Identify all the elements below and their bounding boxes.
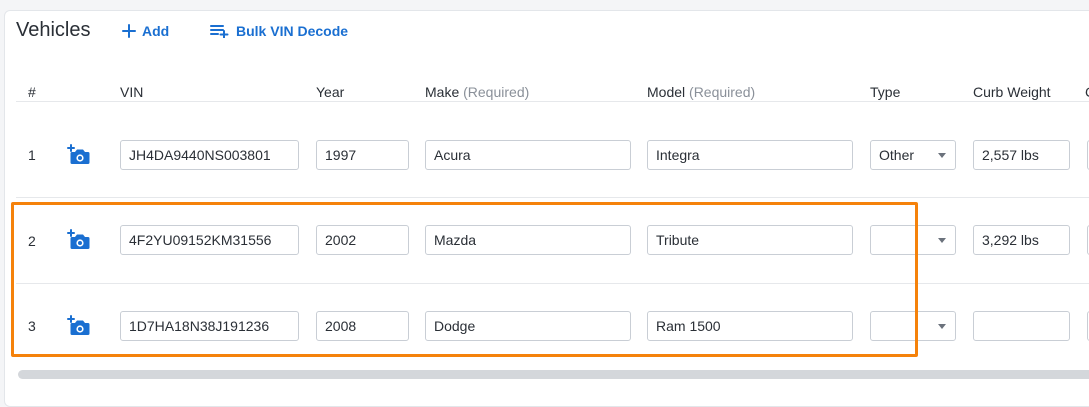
column-header-curb-weight: Curb Weight xyxy=(973,84,1051,100)
chevron-down-icon xyxy=(938,153,946,158)
vin-input[interactable]: 4F2YU09152KM31556 xyxy=(120,225,299,255)
chevron-down-icon xyxy=(938,324,946,329)
bulk-vin-decode-button[interactable]: Bulk VIN Decode xyxy=(210,23,348,39)
make-input[interactable]: Acura xyxy=(425,140,631,170)
year-input[interactable]: 2002 xyxy=(316,225,409,255)
make-required-note: (Required) xyxy=(463,84,530,100)
column-header-next: C xyxy=(1085,84,1089,100)
model-input[interactable]: Tribute xyxy=(647,225,853,255)
horizontal-scrollbar[interactable] xyxy=(18,370,1089,379)
column-header-year: Year xyxy=(316,84,345,100)
chevron-down-icon xyxy=(938,238,946,243)
column-header-type: Type xyxy=(870,84,901,100)
add-vehicle-button[interactable]: Add xyxy=(122,23,169,39)
type-select[interactable] xyxy=(870,225,956,255)
header-divider xyxy=(16,101,1089,102)
make-label: Make xyxy=(425,84,460,100)
model-label: Model xyxy=(647,84,686,100)
row-number: 1 xyxy=(28,147,36,163)
plus-icon xyxy=(122,24,136,38)
year-input[interactable]: 1997 xyxy=(316,140,409,170)
make-input[interactable]: Dodge xyxy=(425,311,631,341)
curb-weight-input[interactable]: 2,557 lbs xyxy=(973,140,1070,170)
column-header-make: Make (Required) xyxy=(425,84,529,100)
curb-weight-input[interactable]: 3,292 lbs xyxy=(973,225,1070,255)
row-number: 2 xyxy=(28,233,36,249)
make-input[interactable]: Mazda xyxy=(425,225,631,255)
vin-input[interactable]: JH4DA9440NS003801 xyxy=(120,140,299,170)
vehicles-panel xyxy=(4,10,1089,407)
bulk-label: Bulk VIN Decode xyxy=(236,23,349,39)
camera-add-icon[interactable] xyxy=(67,229,91,256)
row-divider xyxy=(16,283,1089,284)
model-input[interactable]: Ram 1500 xyxy=(647,311,853,341)
row-number: 3 xyxy=(28,318,36,334)
type-select[interactable] xyxy=(870,311,956,341)
model-input[interactable]: Integra xyxy=(647,140,853,170)
type-select[interactable]: Other xyxy=(870,140,956,170)
year-input[interactable]: 2008 xyxy=(316,311,409,341)
camera-add-icon[interactable] xyxy=(67,315,91,342)
camera-add-icon[interactable] xyxy=(67,144,91,171)
model-required-note: (Required) xyxy=(689,84,756,100)
column-header-number: # xyxy=(28,84,36,100)
page-title: Vehicles xyxy=(16,19,91,41)
column-header-vin: VIN xyxy=(120,84,144,100)
list-add-icon xyxy=(210,24,230,38)
add-label: Add xyxy=(142,23,170,39)
curb-weight-input[interactable] xyxy=(973,311,1070,341)
column-header-model: Model (Required) xyxy=(647,84,755,100)
vin-input[interactable]: 1D7HA18N38J191236 xyxy=(120,311,299,341)
type-value: Other xyxy=(879,147,915,163)
row-divider xyxy=(16,197,1089,198)
